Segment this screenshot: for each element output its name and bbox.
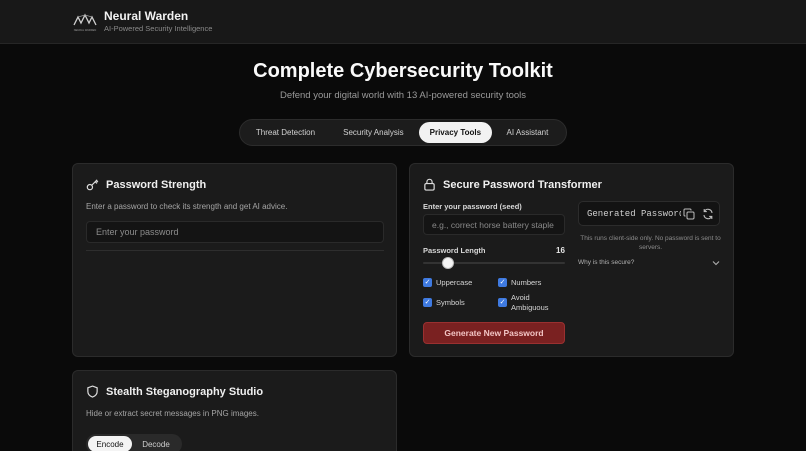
top-bar: NEURAL WARDEN Neural Warden AI-Powered S…	[0, 0, 806, 44]
page-subtitle: Defend your digital world with 13 AI-pow…	[279, 90, 527, 101]
tab-security-analysis[interactable]: Security Analysis	[328, 122, 419, 143]
password-strength-description: Enter a password to check its strength a…	[86, 202, 288, 211]
uppercase-checkbox[interactable]: ✓ Uppercase	[423, 278, 472, 288]
avoid-ambiguous-label: Avoid Ambiguous	[511, 293, 549, 312]
numbers-label: Numbers	[511, 278, 542, 287]
brand-tagline: AI-Powered Security Intelligence	[104, 24, 213, 33]
generated-password-output[interactable]: Generated Password	[578, 201, 720, 226]
password-transformer-heading: Secure Password Transformer	[443, 178, 602, 191]
generated-password-text: Generated Password	[587, 208, 681, 219]
tool-category-tabs: Threat Detection Security Analysis Priva…	[239, 119, 567, 146]
steganography-card: Stealth Steganography Studio Hide or ext…	[72, 370, 397, 451]
page-title: Complete Cybersecurity Toolkit	[253, 60, 553, 82]
tab-privacy-tools[interactable]: Privacy Tools	[418, 122, 492, 143]
brand-name: Neural Warden	[104, 9, 189, 23]
checkbox-checked-icon[interactable]: ✓	[498, 278, 507, 287]
strength-meter-divider	[86, 250, 384, 251]
tab-threat-detection[interactable]: Threat Detection	[243, 122, 328, 143]
password-length-slider-thumb[interactable]	[442, 257, 454, 269]
symbols-checkbox[interactable]: ✓ Symbols	[423, 298, 465, 308]
checkbox-checked-icon[interactable]: ✓	[423, 298, 432, 307]
why-secure-label: Why is this secure?	[578, 259, 635, 266]
password-length-label: Password Length	[423, 246, 486, 255]
copy-icon[interactable]	[683, 208, 695, 220]
password-strength-heading: Password Strength	[106, 178, 207, 191]
password-transformer-card: Secure Password Transformer Enter your p…	[409, 163, 734, 357]
shield-icon	[87, 385, 98, 398]
checkbox-checked-icon[interactable]: ✓	[423, 278, 432, 287]
seed-input[interactable]	[423, 214, 565, 235]
password-transformer-title: Secure Password Transformer	[423, 178, 602, 191]
decode-tab[interactable]: Decode	[132, 436, 180, 451]
generate-password-button[interactable]: Generate New Password	[423, 322, 565, 344]
numbers-checkbox[interactable]: ✓ Numbers	[498, 278, 541, 288]
lock-icon	[424, 178, 435, 191]
avoid-ambiguous-checkbox[interactable]: ✓ Avoid Ambiguous	[498, 293, 560, 313]
password-strength-title: Password Strength	[86, 178, 206, 191]
encode-decode-toggle: Encode Decode	[86, 434, 182, 451]
password-input[interactable]	[86, 221, 384, 243]
steganography-heading: Stealth Steganography Studio	[106, 385, 264, 398]
encode-tab[interactable]: Encode	[88, 436, 132, 451]
symbols-label: Symbols	[436, 298, 465, 307]
tab-ai-assistant[interactable]: AI Assistant	[492, 122, 563, 143]
steganography-description: Hide or extract secret messages in PNG i…	[86, 409, 259, 418]
uppercase-label: Uppercase	[436, 278, 473, 287]
logo-text: NEURAL WARDEN	[74, 28, 97, 32]
password-length-value: 16	[556, 246, 565, 255]
client-side-note: This runs client-side only. No password …	[580, 235, 721, 251]
key-icon	[86, 179, 99, 191]
steganography-title: Stealth Steganography Studio	[86, 385, 263, 398]
chevron-down-icon	[712, 260, 720, 265]
password-strength-card: Password Strength Enter a password to ch…	[72, 163, 397, 357]
checkbox-checked-icon[interactable]: ✓	[498, 298, 507, 307]
neural-warden-logo-icon[interactable]: NEURAL WARDEN	[72, 11, 98, 33]
refresh-icon[interactable]	[702, 208, 714, 220]
seed-label: Enter your password (seed)	[423, 202, 522, 211]
brand: Neural Warden AI-Powered Security Intell…	[104, 9, 212, 34]
why-secure-toggle[interactable]: Why is this secure?	[578, 259, 720, 266]
